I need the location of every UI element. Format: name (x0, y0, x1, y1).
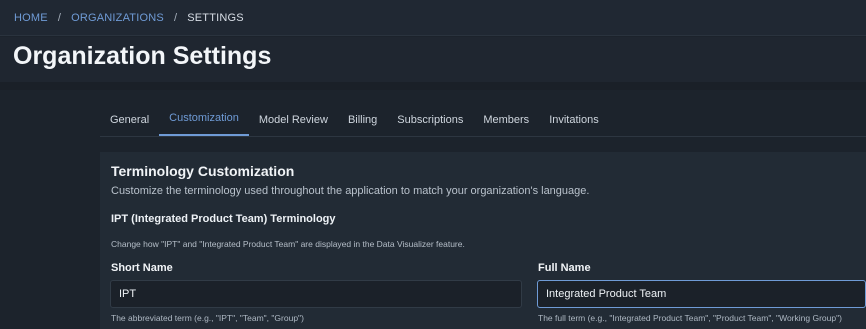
section-description: Change how "IPT" and "Integrated Product… (111, 239, 465, 249)
breadcrumb: HOME / ORGANIZATIONS / SETTINGS (0, 0, 866, 36)
settings-tabs: General Customization Model Review Billi… (100, 100, 866, 137)
tab-model-review[interactable]: Model Review (249, 111, 338, 136)
breadcrumb-home-link[interactable]: HOME (14, 12, 48, 24)
tab-subscriptions[interactable]: Subscriptions (387, 111, 473, 136)
tab-members[interactable]: Members (473, 111, 539, 136)
short-name-input[interactable] (110, 280, 522, 308)
breadcrumb-organizations-link[interactable]: ORGANIZATIONS (71, 12, 164, 24)
card-title: Terminology Customization (111, 163, 295, 179)
breadcrumb-separator: / (173, 11, 178, 24)
breadcrumb-current: SETTINGS (187, 11, 244, 24)
breadcrumb-separator: / (57, 11, 62, 24)
tab-general[interactable]: General (100, 111, 159, 136)
tab-customization[interactable]: Customization (159, 111, 249, 136)
header-divider (0, 82, 866, 90)
section-title: IPT (Integrated Product Team) Terminolog… (111, 213, 336, 225)
full-name-input[interactable] (537, 280, 866, 308)
page-title: Organization Settings (13, 42, 272, 70)
card-description: Customize the terminology used throughou… (111, 185, 590, 197)
terminology-card: Terminology Customization Customize the … (100, 152, 866, 329)
tab-invitations[interactable]: Invitations (539, 111, 609, 136)
full-name-help: The full term (e.g., "Integrated Product… (538, 313, 842, 323)
tab-billing[interactable]: Billing (338, 111, 387, 136)
full-name-label: Full Name (538, 262, 591, 274)
short-name-label: Short Name (111, 262, 173, 274)
short-name-help: The abbreviated term (e.g., "IPT", "Team… (111, 313, 304, 323)
